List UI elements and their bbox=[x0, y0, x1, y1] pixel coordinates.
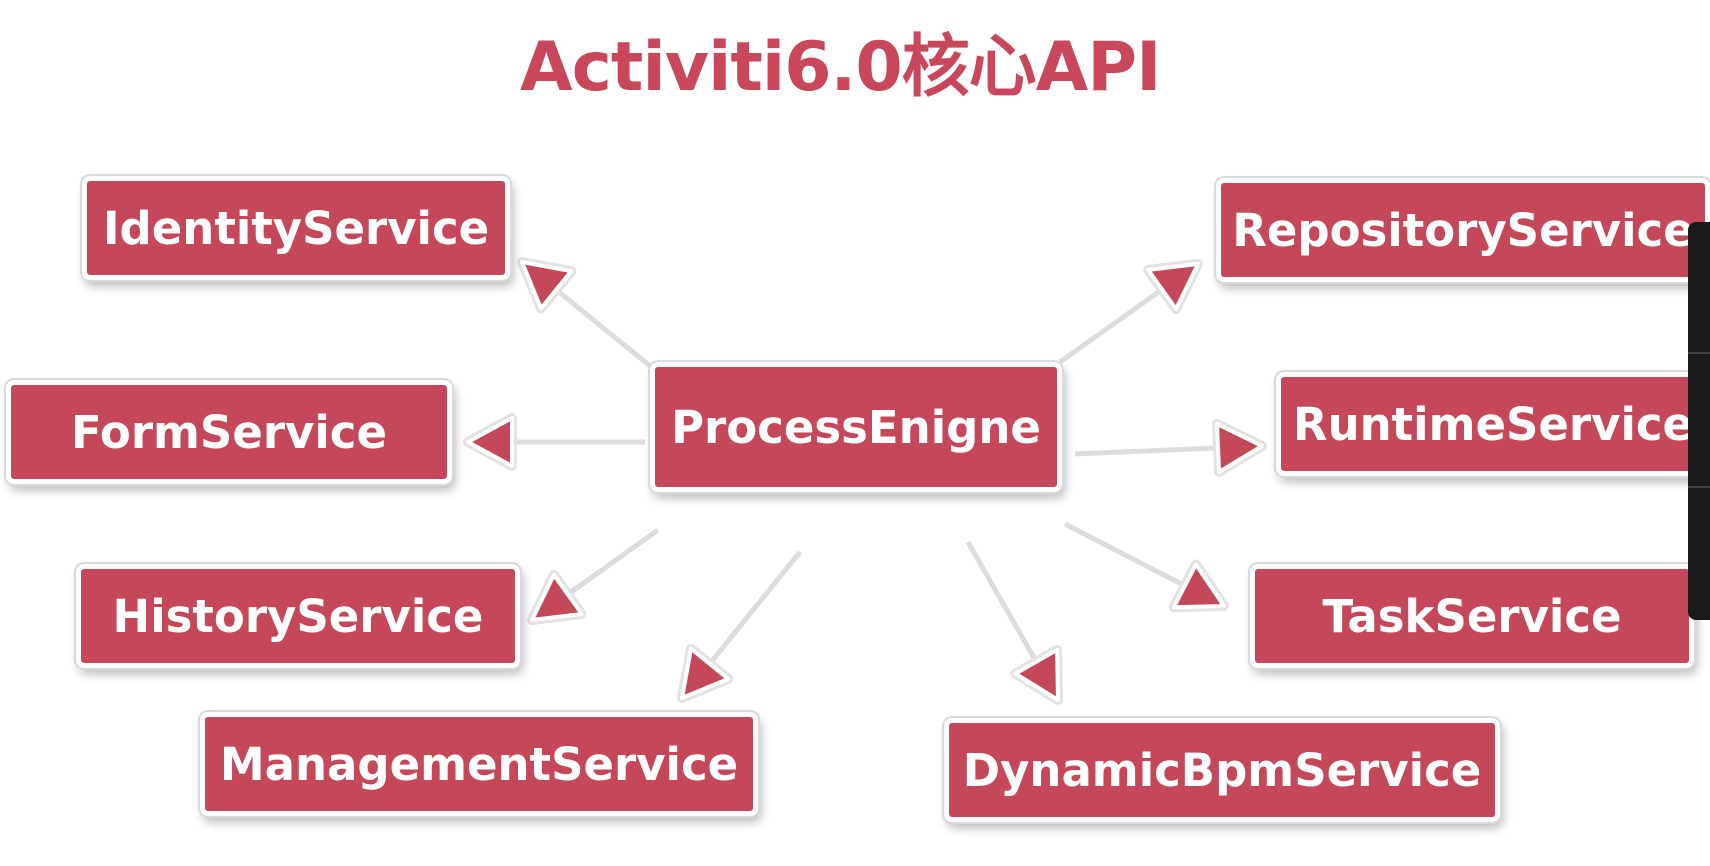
slide: Activiti6.0核心API ProcessEnigne IdentityS… bbox=[0, 0, 1710, 866]
dynamic-bpm-service-label: DynamicBpmService bbox=[962, 743, 1482, 797]
task-service-label: TaskService bbox=[1322, 589, 1622, 643]
connector-task-line bbox=[1063, 521, 1187, 589]
connector-history-line bbox=[566, 527, 660, 597]
task-service-node: TaskService bbox=[1250, 564, 1694, 668]
process-engine-label: ProcessEnigne bbox=[671, 400, 1041, 454]
identity-service-node: IdentityService bbox=[82, 176, 510, 280]
history-service-node: HistoryService bbox=[76, 564, 520, 668]
history-service-label: HistoryService bbox=[112, 589, 484, 643]
form-service-node: FormService bbox=[6, 380, 452, 484]
dynamic-bpm-service-node: DynamicBpmService bbox=[944, 718, 1500, 822]
repository-service-label: RepositoryService bbox=[1232, 203, 1694, 257]
process-engine-node: ProcessEnigne bbox=[650, 362, 1062, 492]
connector-runtime-line bbox=[1074, 445, 1219, 457]
connector-identity-line bbox=[554, 287, 657, 372]
connector-repository-line bbox=[1058, 287, 1164, 365]
management-service-label: ManagementService bbox=[219, 737, 739, 791]
form-service-label: FormService bbox=[71, 405, 387, 459]
connector-dynamicbpm-line bbox=[965, 540, 1039, 664]
side-scrollbar[interactable] bbox=[1688, 222, 1710, 620]
runtime-service-label: RuntimeService bbox=[1292, 397, 1694, 451]
identity-service-label: IdentityService bbox=[102, 201, 490, 255]
connector-management-line bbox=[707, 550, 802, 666]
repository-service-node: RepositoryService bbox=[1216, 178, 1710, 282]
scrollbar-divider bbox=[1688, 486, 1710, 488]
scrollbar-divider bbox=[1688, 352, 1710, 354]
runtime-service-node: RuntimeService bbox=[1276, 372, 1710, 476]
management-service-node: ManagementService bbox=[200, 712, 758, 816]
